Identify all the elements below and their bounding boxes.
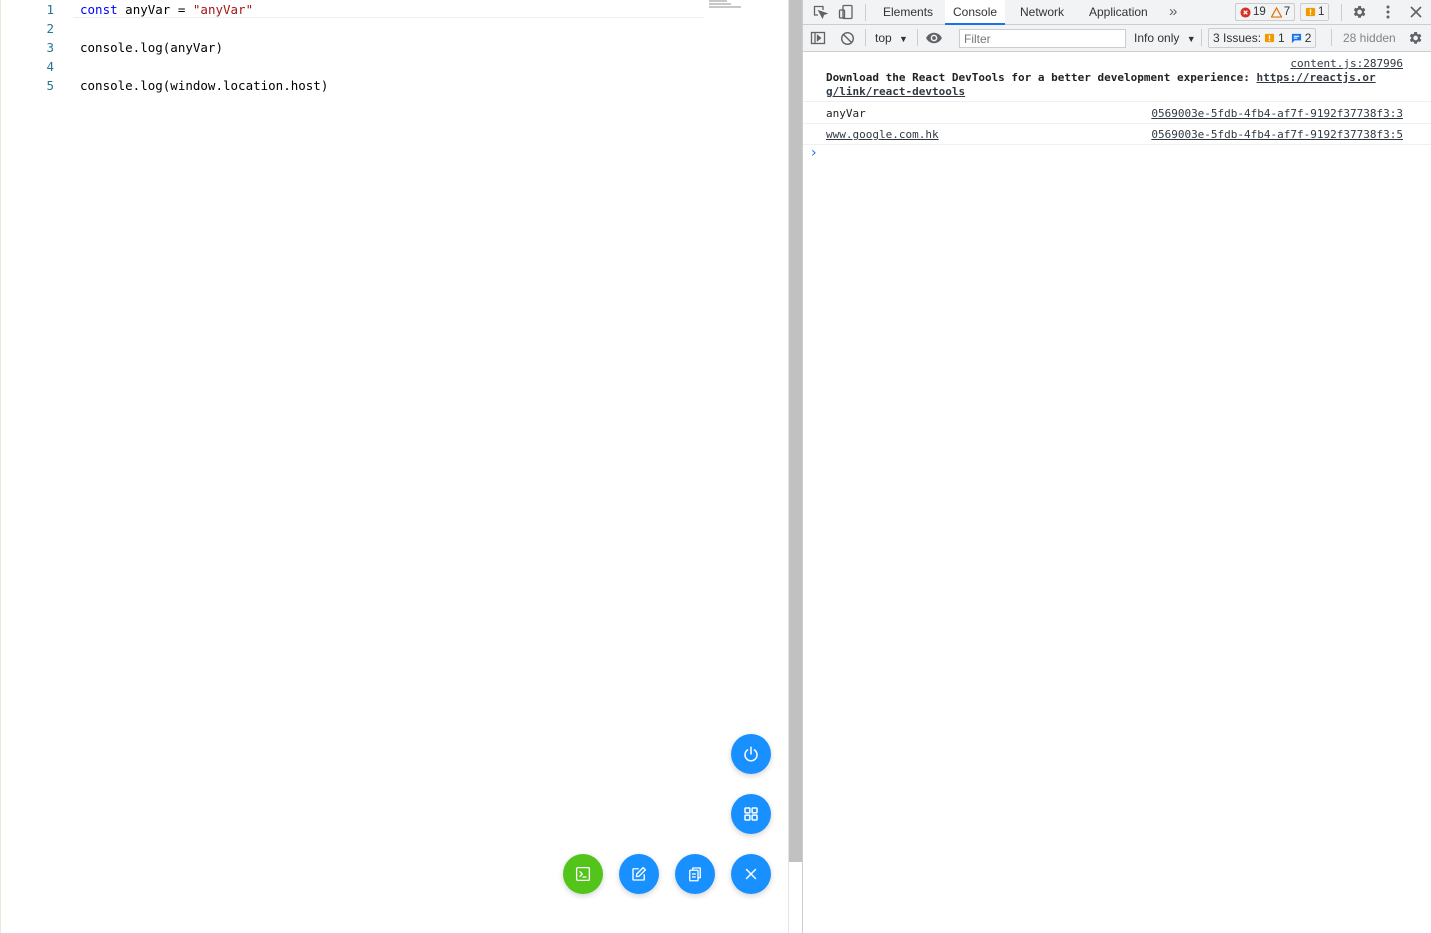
- sidebar-toggle-icon[interactable]: [809, 29, 827, 47]
- code-line[interactable]: 2: [1, 19, 701, 38]
- more-options-icon[interactable]: [1379, 3, 1397, 21]
- code-editor[interactable]: 1 const anyVar = "anyVar" 2 3 console.log(an…: [0, 0, 788, 933]
- error-warning-counter[interactable]: 19 7: [1235, 3, 1296, 21]
- error-icon: [1240, 6, 1251, 18]
- code-line[interactable]: 5 console.log(window.location.host): [1, 76, 701, 95]
- edit-icon: [632, 866, 647, 881]
- issues-button[interactable]: 3 Issues: 1 2: [1208, 28, 1317, 48]
- message-source-link[interactable]: 0569003e-5fdb-4fb4-af7f-9192f37738f3:5: [1151, 128, 1403, 141]
- keyword-token: const: [80, 2, 118, 17]
- console-messages: content.js:287996 Download the React Dev…: [803, 53, 1431, 161]
- devtools-panel: Elements Console Network Application » 1…: [802, 0, 1431, 933]
- code-text: const anyVar = "anyVar": [80, 0, 253, 19]
- context-selector[interactable]: top ▼: [875, 25, 908, 51]
- message-source-link[interactable]: 0569003e-5fdb-4fb4-af7f-9192f37738f3:3: [1151, 107, 1403, 120]
- message-text: anyVar: [826, 107, 866, 120]
- inspect-element-icon[interactable]: [811, 3, 829, 21]
- tab-application[interactable]: Application: [1081, 0, 1156, 24]
- clear-console-icon[interactable]: [838, 29, 856, 47]
- hidden-count: 28 hidden: [1343, 31, 1396, 45]
- filter-input[interactable]: [959, 29, 1126, 48]
- error-count: 19: [1253, 6, 1266, 18]
- line-number: 1: [46, 2, 54, 17]
- issues-info-count: 2: [1304, 31, 1312, 45]
- chevron-down-icon: ▼: [1186, 34, 1196, 44]
- clipboard-icon: [689, 867, 701, 882]
- issue-info-icon: [1291, 33, 1301, 43]
- clipboard-button[interactable]: [675, 854, 715, 894]
- console-settings-icon[interactable]: [1406, 29, 1424, 47]
- warning-count: 7: [1283, 6, 1291, 18]
- issues-counter[interactable]: 1: [1300, 3, 1330, 21]
- tab-console[interactable]: Console: [945, 0, 1006, 25]
- message-link[interactable]: www.google.com.hk: [826, 128, 939, 141]
- code-line[interactable]: 4: [1, 57, 701, 76]
- console-filter-bar: top ▼ Info only ▼ 3 Issues: 1 2 28 hidde…: [803, 25, 1431, 52]
- tab-network[interactable]: Network: [1012, 0, 1072, 24]
- devtools-main-toolbar: Elements Console Network Application » 1…: [803, 0, 1431, 25]
- console-message: content.js:287996 Download the React Dev…: [803, 53, 1431, 102]
- edit-button[interactable]: [619, 854, 659, 894]
- line-number: 3: [46, 40, 54, 55]
- issue-warning-icon: [1264, 33, 1275, 42]
- log-level-selector[interactable]: Info only ▼: [1134, 25, 1196, 51]
- chevron-down-icon: ▼: [899, 34, 908, 44]
- close-devtools-icon[interactable]: [1407, 3, 1425, 21]
- code-token: console.log(window.location.host): [80, 78, 329, 93]
- power-icon: [744, 746, 758, 762]
- close-button[interactable]: [731, 854, 771, 894]
- minimap[interactable]: [709, 0, 749, 12]
- code-token: anyVar =: [117, 2, 193, 17]
- line-number: 2: [46, 21, 54, 36]
- settings-icon[interactable]: [1350, 3, 1368, 21]
- line-number: 5: [46, 78, 54, 93]
- editor-scrollbar[interactable]: [788, 0, 802, 933]
- eye-icon[interactable]: [925, 29, 943, 47]
- code-line[interactable]: 3 console.log(anyVar): [1, 38, 701, 57]
- device-toolbar-icon[interactable]: [837, 3, 855, 21]
- scrollbar-thumb[interactable]: [789, 0, 802, 862]
- code-text: console.log(window.location.host): [80, 76, 328, 95]
- more-tabs-icon[interactable]: »: [1161, 0, 1185, 24]
- react-devtools-link[interactable]: https://reactjs.or: [1256, 71, 1375, 84]
- power-button[interactable]: [731, 734, 771, 774]
- issues-warning-count: 1: [1278, 31, 1285, 45]
- message-text: Download the React DevTools for a better…: [826, 71, 1257, 84]
- console-message: anyVar 0569003e-5fdb-4fb4-af7f-9192f3773…: [803, 102, 1431, 124]
- terminal-button[interactable]: [563, 854, 603, 894]
- grid-icon: [744, 807, 758, 821]
- code-token: console.log(anyVar): [80, 40, 223, 55]
- grid-button[interactable]: [731, 794, 771, 834]
- react-devtools-link-continued[interactable]: g/link/react-devtools: [826, 85, 965, 98]
- console-prompt-icon[interactable]: ›: [811, 145, 817, 161]
- close-icon: [745, 868, 757, 880]
- warning-icon: [1270, 6, 1282, 18]
- line-number: 4: [46, 59, 54, 74]
- issues-label: 3 Issues:: [1213, 31, 1262, 45]
- message-source-link[interactable]: content.js:287996: [1290, 57, 1403, 70]
- terminal-icon: [575, 866, 591, 882]
- code-line[interactable]: 1 const anyVar = "anyVar": [1, 0, 701, 19]
- context-value: top: [875, 31, 892, 45]
- code-text: console.log(anyVar): [80, 38, 223, 57]
- console-message: www.google.com.hk 0569003e-5fdb-4fb4-af7…: [803, 124, 1431, 145]
- tab-elements[interactable]: Elements: [875, 0, 941, 24]
- log-level-value: Info only: [1134, 31, 1180, 45]
- issues-count: 1: [1318, 6, 1325, 18]
- string-token: "anyVar": [192, 2, 254, 17]
- issue-icon: [1305, 7, 1316, 16]
